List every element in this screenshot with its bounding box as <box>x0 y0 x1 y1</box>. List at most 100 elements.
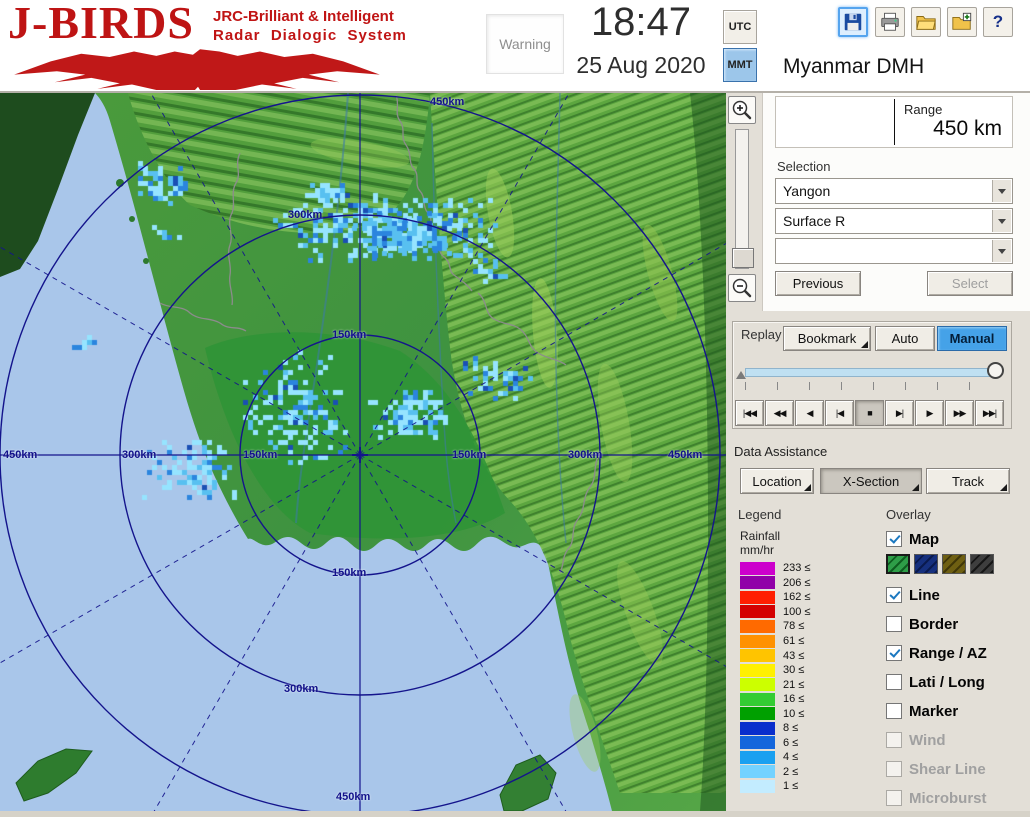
stop-button[interactable]: ■ <box>855 400 884 426</box>
legend-color-swatch <box>740 619 775 633</box>
range-ring-label: 150km <box>452 449 487 461</box>
legend-value: 6 ≤ <box>783 736 799 749</box>
bookmark-button[interactable]: Bookmark <box>783 326 871 351</box>
x-section-button[interactable]: X-Section <box>820 468 922 494</box>
radar-map[interactable]: 450km 300km 150km 450km 300km 150km 150km 300km… <box>0 93 726 811</box>
print-button[interactable] <box>875 7 905 37</box>
legend-row: 1 ≤ <box>740 779 810 794</box>
legend-label: Legend <box>738 507 782 522</box>
save-icon <box>844 13 862 31</box>
legend-value: 30 ≤ <box>783 664 805 677</box>
auto-mode-button[interactable]: Auto <box>875 326 935 351</box>
previous-button[interactable]: Previous <box>775 271 861 296</box>
utc-button[interactable]: UTC <box>723 10 757 44</box>
legend-value: 4 ≤ <box>783 751 799 764</box>
marker-checkbox[interactable] <box>886 703 902 719</box>
range-ring-label: 450km <box>430 96 465 108</box>
legend-value: 2 ≤ <box>783 765 799 778</box>
wind-label: Wind <box>909 731 946 749</box>
legend-color-swatch <box>740 561 775 575</box>
range-ring-label: 150km <box>332 329 367 341</box>
save-button[interactable] <box>838 7 868 37</box>
step-forward-button[interactable]: ▶| <box>885 400 914 426</box>
warning-indicator[interactable]: Warning <box>486 14 564 74</box>
range-az-checkbox[interactable] <box>886 645 902 661</box>
chevron-down-icon[interactable] <box>992 240 1011 262</box>
logo-subtitle-1: JRC-Brilliant & Intelligent <box>213 8 394 25</box>
legend-row: 162 ≤ <box>740 590 810 605</box>
play-button[interactable]: ▶ <box>915 400 944 426</box>
menu-corner-icon <box>861 341 868 348</box>
range-display: Range 450 km <box>775 96 1013 148</box>
zoom-in-button[interactable] <box>728 96 756 124</box>
lati-long-checkbox[interactable] <box>886 674 902 690</box>
legend-row: 2 ≤ <box>740 765 810 780</box>
map-style-swatch-3[interactable] <box>942 554 966 574</box>
zoom-slider-track[interactable] <box>732 129 754 269</box>
chevron-down-icon[interactable] <box>992 210 1011 232</box>
product-dropdown[interactable]: Surface R <box>775 208 1013 234</box>
map-style-swatch-4[interactable] <box>970 554 994 574</box>
fast-forward-button[interactable]: ▶▶ <box>945 400 974 426</box>
zoom-out-icon <box>732 278 752 298</box>
map-style-swatches <box>886 553 1026 575</box>
timeline-track[interactable] <box>745 368 1001 377</box>
mmt-button[interactable]: MMT <box>723 48 757 82</box>
legend-value: 100 ≤ <box>783 605 811 618</box>
legend-row: 10 ≤ <box>740 706 810 721</box>
legend-color-swatch <box>740 605 775 619</box>
legend-color-swatch <box>740 721 775 735</box>
x-section-label: X-Section <box>842 473 900 489</box>
range-ring-label: 450km <box>3 449 38 461</box>
location-button[interactable]: Location <box>740 468 814 494</box>
microburst-checkbox <box>886 790 902 806</box>
legend-row: 206 ≤ <box>740 576 810 591</box>
site-dropdown[interactable]: Yangon <box>775 178 1013 204</box>
legend-value: 10 ≤ <box>783 707 805 720</box>
jump-start-button[interactable]: |◀◀ <box>735 400 764 426</box>
legend-row: 16 ≤ <box>740 692 810 707</box>
border-checkbox[interactable] <box>886 616 902 632</box>
border-label: Border <box>909 615 959 633</box>
overlay-label: Overlay <box>886 507 931 522</box>
organization-name: Myanmar DMH <box>783 55 925 78</box>
line-checkbox[interactable] <box>886 587 902 603</box>
microburst-label: Microburst <box>909 789 987 807</box>
header-bar: J-BIRDS JRC-Brilliant & Intelligent Rada… <box>0 0 1030 93</box>
extra-dropdown[interactable] <box>775 238 1013 264</box>
open-button[interactable] <box>911 7 941 37</box>
menu-corner-icon <box>1000 484 1007 491</box>
zoom-out-button[interactable] <box>728 274 756 302</box>
fast-rewind-button[interactable]: ◀◀ <box>765 400 794 426</box>
legend-row: 6 ≤ <box>740 736 810 751</box>
timeline-thumb[interactable] <box>987 362 1004 379</box>
import-button[interactable] <box>947 7 977 37</box>
selection-label: Selection <box>777 159 831 174</box>
legend-row: 78 ≤ <box>740 619 810 634</box>
logo-subtitle-2: Radar Dialogic System <box>213 27 407 44</box>
legend-value: 8 ≤ <box>783 722 799 735</box>
map-style-swatch-1[interactable] <box>886 554 910 574</box>
track-button[interactable]: Track <box>926 468 1010 494</box>
overlay-row-marker: Marker <box>886 701 1026 721</box>
help-button[interactable]: ? <box>983 7 1013 37</box>
overlay-row-range-az: Range / AZ <box>886 643 1026 663</box>
lati-long-label: Lati / Long <box>909 673 985 691</box>
line-label: Line <box>909 586 940 604</box>
map-style-swatch-2[interactable] <box>914 554 938 574</box>
legend-color-swatch <box>740 765 775 779</box>
jbirds-window: { "header": { "logo": { "title": "J-BIRD… <box>0 0 1030 811</box>
legend-value: 1 ≤ <box>783 780 799 793</box>
step-back-button[interactable]: |◀ <box>825 400 854 426</box>
chevron-down-icon[interactable] <box>992 180 1011 202</box>
range-ring-label: 150km <box>332 567 367 579</box>
zoom-slider-thumb[interactable] <box>732 248 754 268</box>
site-dropdown-value: Yangon <box>783 183 831 199</box>
manual-mode-button[interactable]: Manual <box>937 326 1007 351</box>
map-checkbox[interactable] <box>886 531 902 547</box>
reverse-play-button[interactable]: ◀ <box>795 400 824 426</box>
jump-end-button[interactable]: ▶▶| <box>975 400 1004 426</box>
print-icon <box>881 12 899 31</box>
open-folder-icon <box>916 16 936 30</box>
menu-corner-icon <box>912 484 919 491</box>
